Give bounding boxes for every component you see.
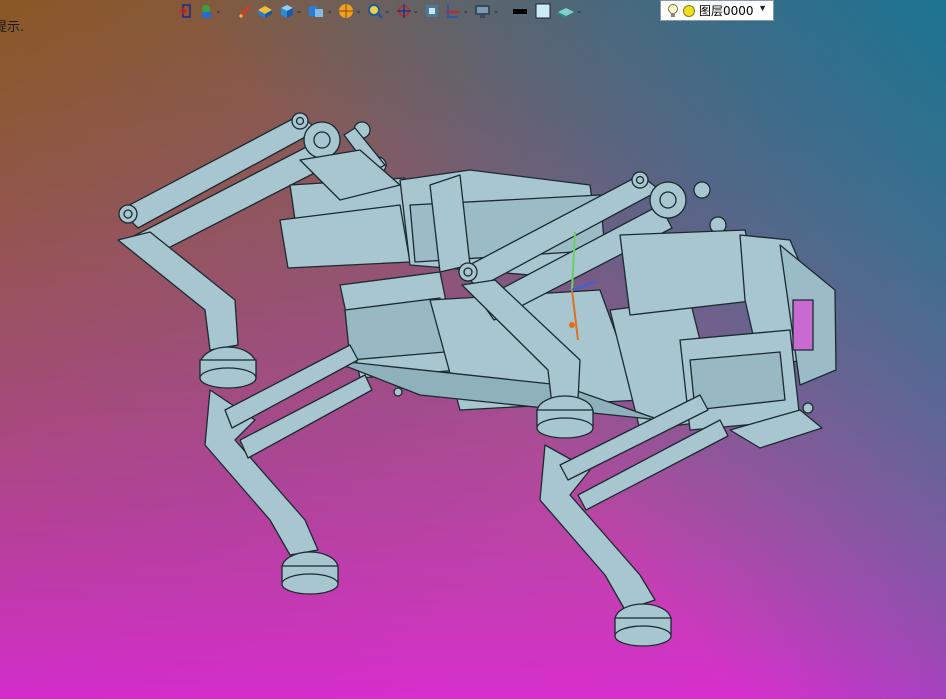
cube-icon xyxy=(280,5,293,18)
section-view-button[interactable]: ⌄ xyxy=(444,1,470,21)
layer-state-dot-icon[interactable] xyxy=(682,4,696,18)
render-sphere-icon xyxy=(339,4,354,18)
section-view-icon xyxy=(446,5,461,18)
status-hint-text: 提示. xyxy=(0,20,25,35)
chevron-down-icon: ⌄ xyxy=(383,6,391,15)
chevron-down-icon: ⌄ xyxy=(462,6,469,15)
fit-view-icon xyxy=(426,5,439,17)
pan-button[interactable]: ⌄ xyxy=(395,1,421,21)
exit-icon xyxy=(179,4,191,18)
line-color-button[interactable] xyxy=(510,1,530,21)
fill-color-swatch-icon xyxy=(535,3,551,19)
chevron-down-icon: ⌄ xyxy=(575,6,583,15)
extrude-icon xyxy=(309,6,324,17)
fit-view-button[interactable] xyxy=(423,1,441,21)
pencil-icon xyxy=(238,5,250,19)
import-part-button[interactable]: ⌄ xyxy=(197,1,223,21)
chevron-down-icon: ⌄ xyxy=(412,6,420,15)
lightbulb-icon[interactable] xyxy=(667,3,679,19)
solid-block-button[interactable] xyxy=(255,1,275,21)
surface-style-icon xyxy=(557,8,574,18)
exit-button[interactable] xyxy=(176,1,194,21)
chevron-down-icon: ⌄ xyxy=(355,6,362,15)
rear-lower-leg xyxy=(117,231,239,351)
chevron-down-icon: ⌄ xyxy=(326,6,334,15)
solid-block-icon xyxy=(257,6,272,18)
3d-viewport[interactable]: 提示. ⌄ ⌄ ⌄ ⌄ ⌄ ⌄ ⌄ ⌄ ⌄ 图层0000 ▼ xyxy=(0,0,946,699)
surface-style-button[interactable]: ⌄ xyxy=(556,1,584,21)
view-toolbar: ⌄ ⌄ ⌄ ⌄ ⌄ ⌄ ⌄ ⌄ ⌄ xyxy=(176,0,583,22)
layer-select[interactable]: 图层0000 ▼ xyxy=(660,0,774,21)
chevron-down-icon[interactable]: ▼ xyxy=(758,3,767,13)
display-monitor-icon xyxy=(474,5,490,18)
chevron-down-icon: ⌄ xyxy=(492,6,500,15)
zoom-button[interactable]: ⌄ xyxy=(366,1,392,21)
cube-button[interactable]: ⌄ xyxy=(278,1,304,21)
robot-model[interactable] xyxy=(0,0,946,699)
extrude-button[interactable]: ⌄ xyxy=(306,1,334,21)
display-button[interactable]: ⌄ xyxy=(473,1,501,21)
zoom-icon xyxy=(367,4,383,19)
chevron-down-icon: ⌄ xyxy=(215,6,222,15)
fill-color-button[interactable] xyxy=(533,1,553,21)
crosshair-icon xyxy=(396,4,411,18)
layer-name: 图层0000 xyxy=(699,4,754,18)
render-mode-button[interactable]: ⌄ xyxy=(337,1,363,21)
line-color-swatch-icon xyxy=(512,9,527,14)
import-part-icon xyxy=(202,5,211,18)
chevron-down-icon: ⌄ xyxy=(295,6,303,15)
sketch-button[interactable] xyxy=(236,1,252,21)
